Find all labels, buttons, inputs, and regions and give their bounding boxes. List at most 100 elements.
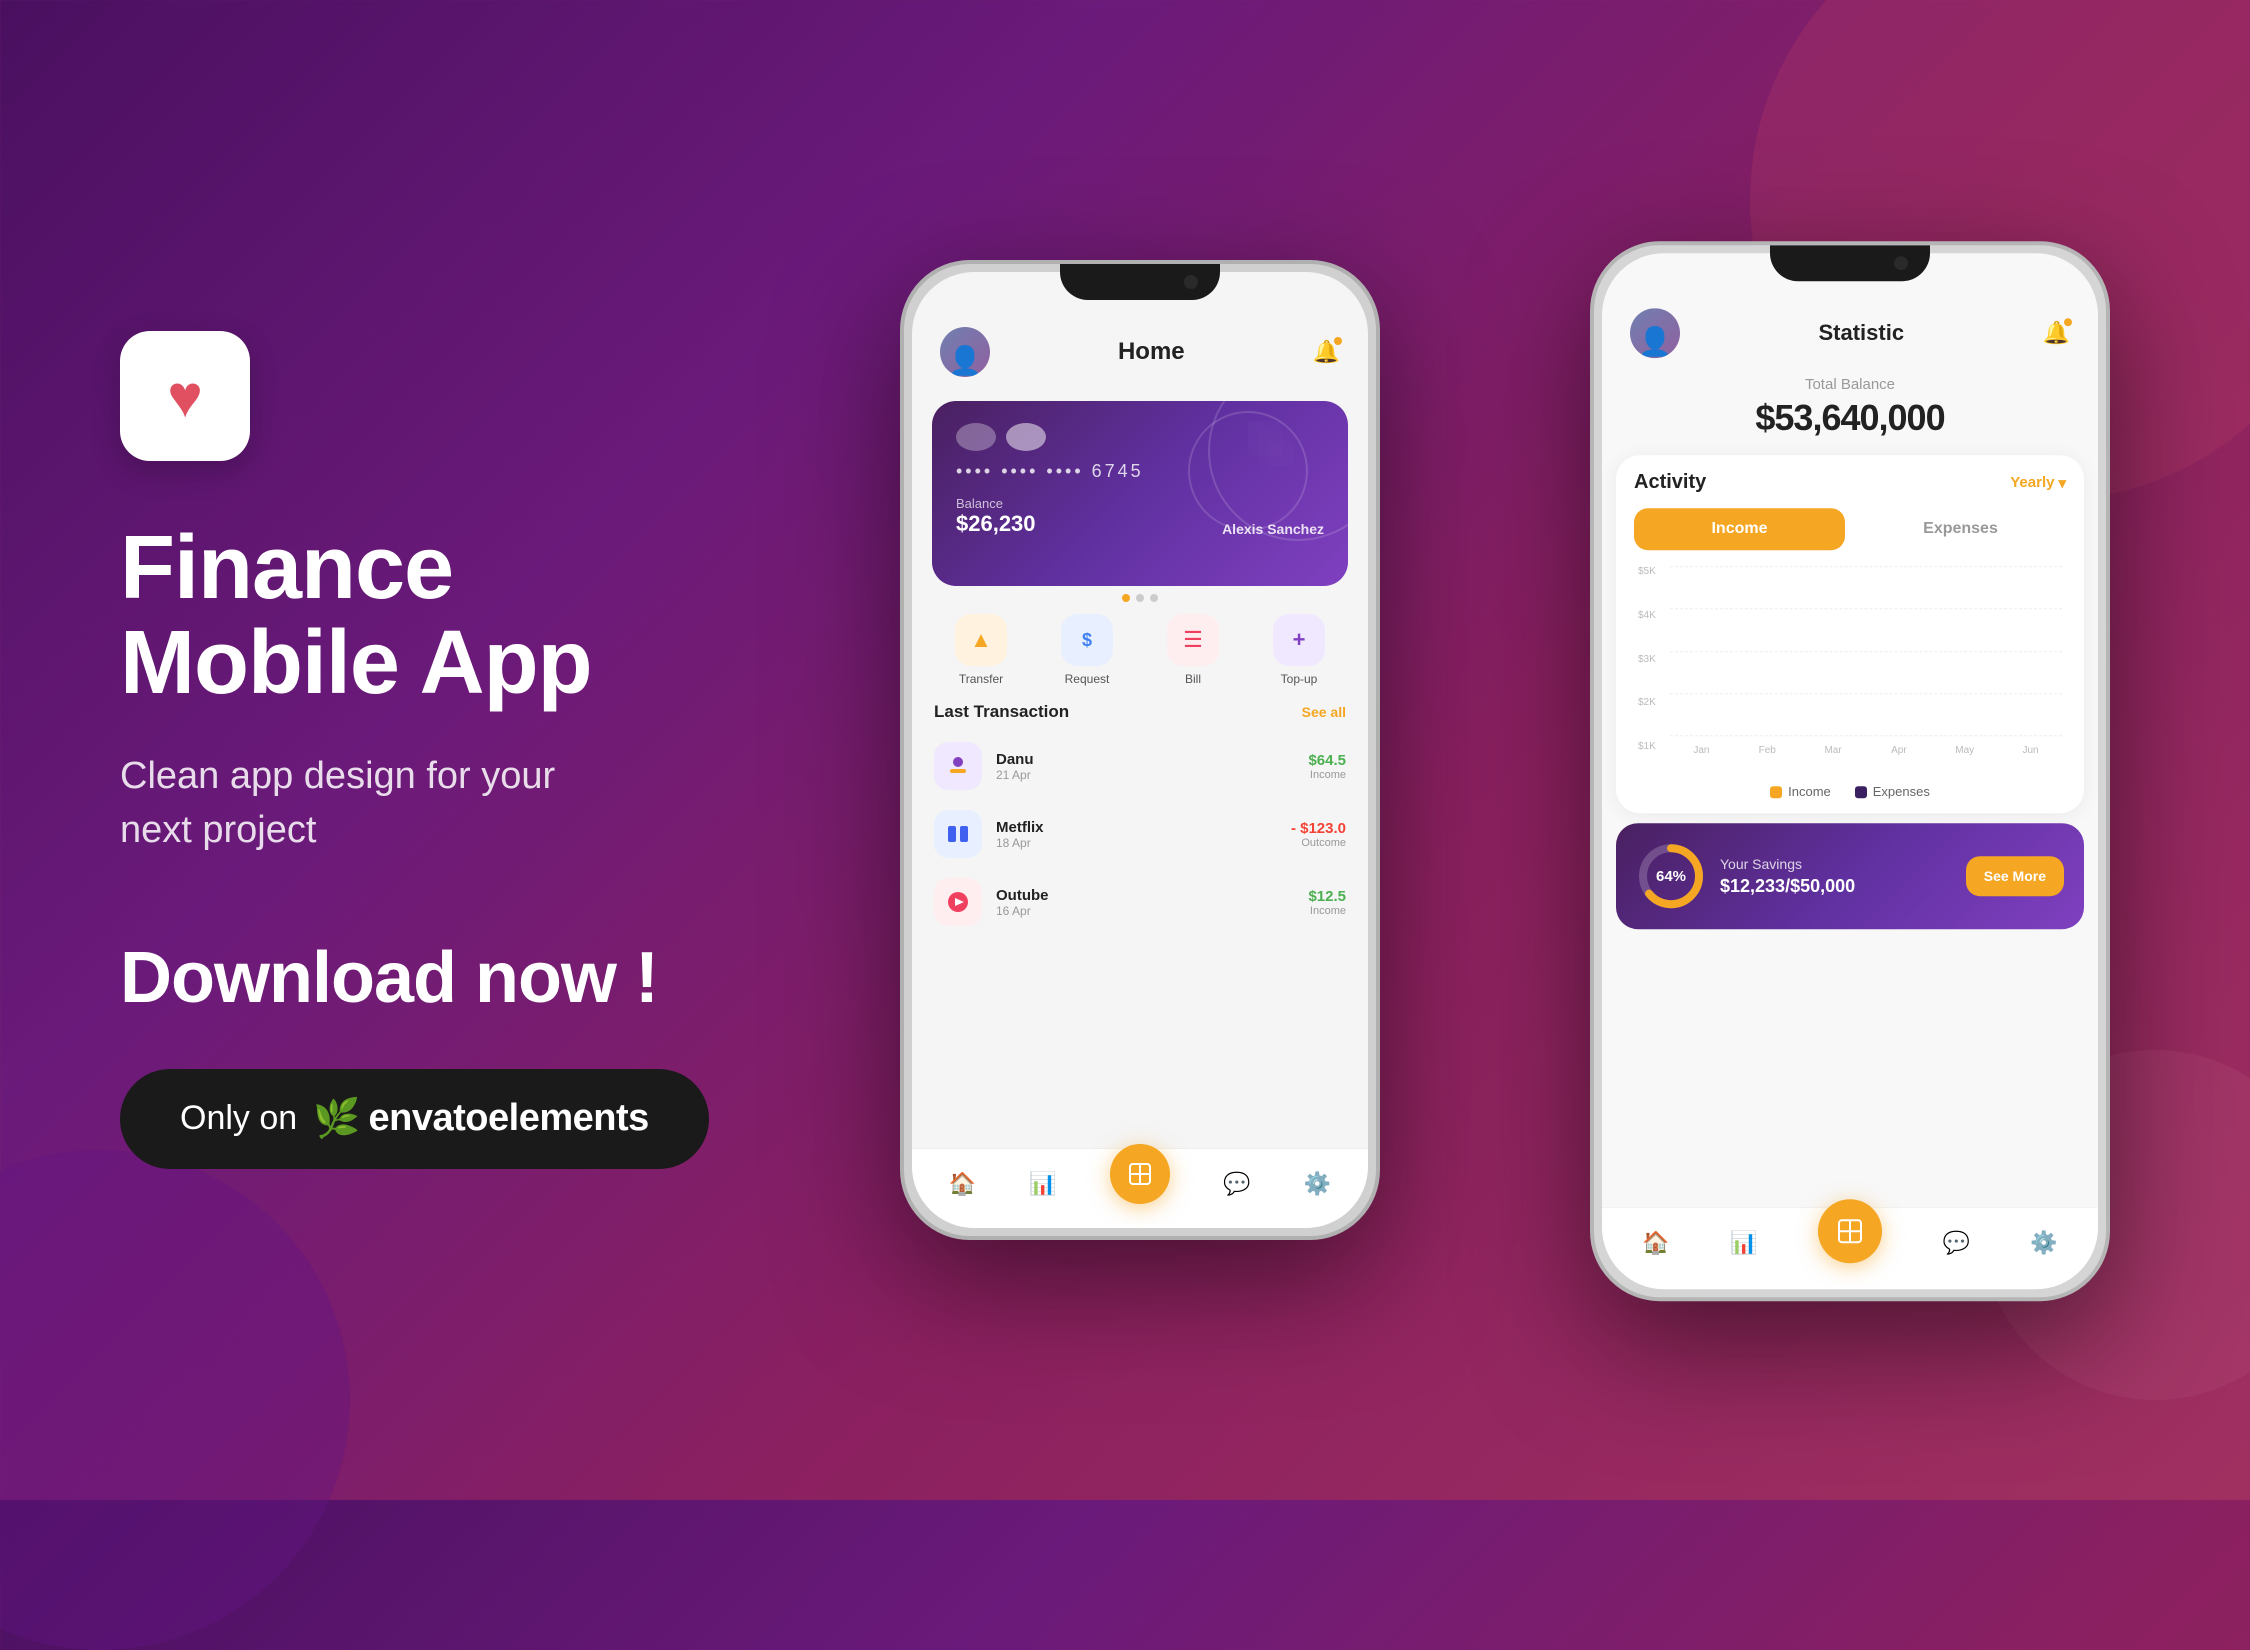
activity-section: Activity Yearly ▾ Income Expenses: [1616, 455, 2084, 813]
app-icon: ♥: [120, 331, 250, 461]
metflix-icon: [934, 810, 982, 858]
settings-nav-icon[interactable]: ⚙️: [1304, 1171, 1331, 1197]
outube-amount: $12.5: [1308, 888, 1346, 905]
phone-btn-left-2b: [1590, 465, 1594, 545]
home-title: Home: [1118, 338, 1185, 366]
outube-name: Outube: [996, 887, 1294, 904]
stat-stats-nav-icon[interactable]: 📊: [1730, 1230, 1757, 1256]
danu-amount-col: $64.5 Income: [1308, 752, 1346, 781]
see-more-button[interactable]: See More: [1966, 856, 2064, 896]
transaction-outube[interactable]: Outube 16 Apr $12.5 Income: [912, 868, 1368, 936]
action-request[interactable]: $ Request: [1061, 614, 1113, 686]
savings-value: $12,233/$50,000: [1720, 876, 1952, 897]
outube-date: 16 Apr: [996, 904, 1294, 918]
transfer-icon: ▲: [955, 614, 1007, 666]
request-icon: $: [1061, 614, 1113, 666]
transaction-metflix[interactable]: Metflix 18 Apr - $123.0 Outcome: [912, 800, 1368, 868]
y-label-4k: $4K: [1638, 610, 1670, 621]
stat-user-avatar: 👤: [1630, 308, 1680, 358]
envato-logo: 🌿 envatoelements: [313, 1097, 649, 1141]
app-subtitle: Clean app design for your next project: [120, 750, 820, 856]
stat-home-nav-icon[interactable]: 🏠: [1642, 1230, 1669, 1256]
metflix-type: Outcome: [1291, 837, 1346, 849]
transaction-danu[interactable]: Danu 21 Apr $64.5 Income: [912, 732, 1368, 800]
outube-amount-col: $12.5 Income: [1308, 888, 1346, 917]
y-label-2k: $2K: [1638, 697, 1670, 708]
card-circle-1: [956, 423, 996, 451]
envato-badge[interactable]: Only on 🌿 envatoelements: [120, 1069, 709, 1169]
metflix-name: Metflix: [996, 819, 1277, 836]
tab-expenses[interactable]: Expenses: [1855, 508, 2066, 550]
metflix-date: 18 Apr: [996, 836, 1277, 850]
payment-card[interactable]: •••• •••• •••• 6745 Balance $26,230 Alex…: [932, 401, 1348, 586]
outube-icon: [934, 878, 982, 926]
screen-statistic: 👤 Statistic 🔔 Total Balance $53,640,000: [1602, 253, 2098, 1289]
phone-btn-left-1b: [900, 484, 904, 564]
bill-label: Bill: [1185, 672, 1201, 686]
phone-btn-right-2: [2106, 425, 2110, 505]
danu-type: Income: [1308, 769, 1346, 781]
notification-bell-icon[interactable]: 🔔: [1313, 339, 1340, 365]
request-label: Request: [1065, 672, 1110, 686]
transactions-header: Last Transaction See all: [912, 698, 1368, 732]
stat-avatar-image: 👤: [1630, 308, 1680, 358]
phone-btn-left-2c: [1590, 565, 1594, 645]
fab-stat[interactable]: [1818, 1199, 1882, 1263]
stat-bell-icon[interactable]: 🔔: [2043, 320, 2070, 346]
phone-statistic: 👤 Statistic 🔔 Total Balance $53,640,000: [1590, 241, 2110, 1301]
metflix-amount: - $123.0: [1291, 820, 1346, 837]
notification-dot: [1334, 337, 1342, 345]
phone-notch-1: [1060, 264, 1220, 300]
activity-tabs: Income Expenses: [1634, 508, 2066, 550]
danu-info: Danu 21 Apr: [996, 751, 1294, 782]
transfer-label: Transfer: [959, 672, 1003, 686]
y-label-5k: $5K: [1638, 566, 1670, 577]
phone-notch-2: [1770, 245, 1930, 281]
metflix-amount-col: - $123.0 Outcome: [1291, 820, 1346, 849]
activity-header: Activity Yearly ▾: [1634, 471, 2066, 494]
screen-home: 👤 Home 🔔: [912, 272, 1368, 1228]
card-balance-value: $26,230: [956, 511, 1036, 537]
phone-home: 👤 Home 🔔: [900, 260, 1380, 1240]
envato-prefix: Only on: [180, 1099, 297, 1138]
stats-nav-icon[interactable]: 📊: [1029, 1171, 1056, 1197]
download-text: Download now !: [120, 937, 820, 1019]
danu-date: 21 Apr: [996, 768, 1294, 782]
see-all-link[interactable]: See all: [1302, 704, 1346, 720]
envato-name: envatoelements: [369, 1097, 649, 1140]
card-indicator: [912, 594, 1368, 602]
y-label-1k: $1K: [1638, 741, 1670, 752]
card-circle-2: [1006, 423, 1046, 451]
chart-bar-groups: [1670, 566, 2062, 756]
action-bill[interactable]: ☰ Bill: [1167, 614, 1219, 686]
action-topup[interactable]: + Top-up: [1273, 614, 1325, 686]
home-nav-icon[interactable]: 🏠: [949, 1171, 976, 1197]
legend-income-label: Income: [1788, 784, 1831, 799]
user-avatar: 👤: [940, 327, 990, 377]
total-balance-label: Total Balance: [1622, 376, 2078, 393]
chart-legend: Income Expenses: [1634, 784, 2066, 799]
stat-chat-nav-icon[interactable]: 💬: [1942, 1230, 1969, 1256]
stat-settings-nav-icon[interactable]: ⚙️: [2030, 1230, 2057, 1256]
transactions-title: Last Transaction: [934, 702, 1069, 722]
chat-nav-icon[interactable]: 💬: [1223, 1171, 1250, 1197]
fab-home[interactable]: [1110, 1144, 1170, 1204]
stat-notification-dot: [2064, 318, 2072, 326]
card-pattern: [1248, 421, 1328, 501]
danu-name: Danu: [996, 751, 1294, 768]
yearly-dropdown[interactable]: Yearly ▾: [2010, 474, 2066, 492]
card-ind-2: [1136, 594, 1144, 602]
activity-title: Activity: [1634, 471, 1706, 494]
savings-percentage: 64%: [1656, 868, 1686, 885]
topup-label: Top-up: [1281, 672, 1318, 686]
legend-income: Income: [1770, 784, 1831, 799]
legend-expenses-label: Expenses: [1873, 784, 1930, 799]
metflix-info: Metflix 18 Apr: [996, 819, 1277, 850]
savings-card[interactable]: 64% Your Savings $12,233/$50,000 See Mor…: [1616, 823, 2084, 929]
left-section: ♥ Finance Mobile App Clean app design fo…: [120, 331, 820, 1168]
total-balance-value: $53,640,000: [1622, 397, 2078, 439]
action-transfer[interactable]: ▲ Transfer: [955, 614, 1007, 686]
savings-info: Your Savings $12,233/$50,000: [1720, 856, 1952, 897]
tab-income[interactable]: Income: [1634, 508, 1845, 550]
app-title: Finance Mobile App: [120, 521, 820, 710]
